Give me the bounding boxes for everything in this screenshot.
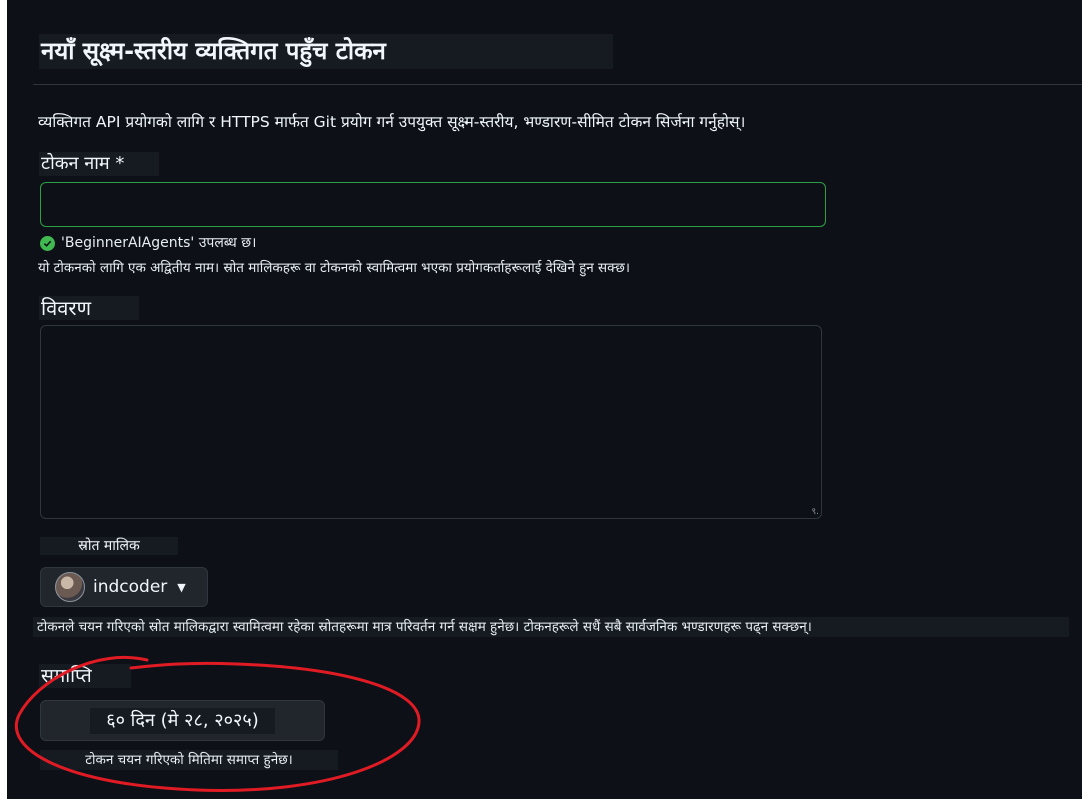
- caret-down-icon: ▼: [177, 580, 186, 594]
- token-name-input[interactable]: [40, 182, 826, 227]
- page-description: व्यक्तिगत API प्रयोगको लागि र HTTPS मार्…: [38, 113, 746, 131]
- token-name-availability: 'BeginnerAIAgents' उपलब्ध छ।: [40, 233, 256, 253]
- description-textarea[interactable]: ९.: [40, 325, 822, 519]
- availability-text: 'BeginnerAIAgents' उपलब्ध छ।: [61, 235, 257, 251]
- resource-owner-name: indcoder: [93, 577, 168, 597]
- resource-owner-dropdown[interactable]: indcoder ▼: [40, 567, 208, 607]
- expiration-value: ६० दिन (मे २८, २०२५): [90, 707, 275, 734]
- title-divider: [33, 84, 1082, 85]
- resource-owner-label: स्रोत मालिक: [40, 537, 178, 555]
- window-edge: [0, 0, 7, 799]
- description-label: विवरण: [39, 296, 139, 320]
- token-form-page: नयाँ सूक्ष्म-स्तरीय व्यक्तिगत पहुँच टोकन…: [7, 0, 1082, 799]
- expiration-help: टोकन चयन गरिएको मितिमा समाप्त हुनेछ।: [40, 750, 338, 770]
- check-circle-icon: [40, 235, 55, 251]
- page-title: नयाँ सूक्ष्म-स्तरीय व्यक्तिगत पहुँच टोकन: [39, 34, 613, 69]
- avatar: [55, 572, 85, 602]
- resize-handle-icon[interactable]: ९.: [811, 504, 819, 517]
- token-name-help: यो टोकनको लागि एक अद्वितीय नाम। स्रोत मा…: [38, 260, 630, 276]
- token-name-label: टोकन नाम *: [39, 152, 159, 176]
- expiration-label: समाप्ति: [39, 664, 131, 688]
- expiration-dropdown[interactable]: ६० दिन (मे २८, २०२५): [40, 700, 325, 741]
- resource-owner-help: टोकनले चयन गरिएको स्रोत मालिकद्वारा स्वा…: [33, 617, 1069, 637]
